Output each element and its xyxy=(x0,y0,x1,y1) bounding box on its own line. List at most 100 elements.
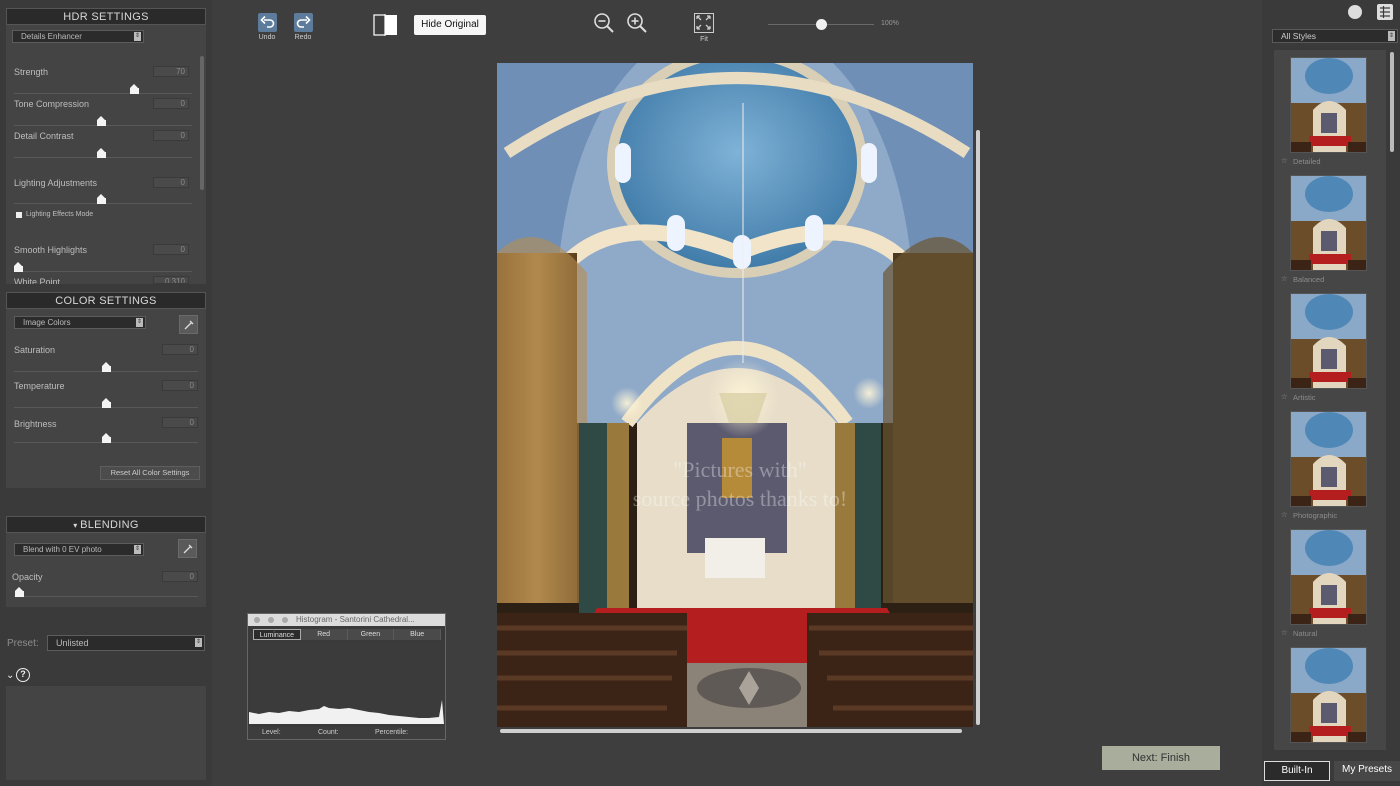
preset-dropdown[interactable]: Unlisted ⇕ xyxy=(47,635,205,651)
opacity-slider-track[interactable] xyxy=(14,596,198,597)
star-icon[interactable]: ☆ xyxy=(1281,510,1288,519)
histogram-tab-luminance[interactable]: Luminance xyxy=(253,629,301,640)
tone-compression-slider-handle[interactable] xyxy=(97,116,106,126)
saturation-label: Saturation xyxy=(14,345,56,355)
style-thumbnail-label: Detailed xyxy=(1293,157,1321,166)
smooth-highlights-label: Smooth Highlights xyxy=(14,245,88,255)
smooth-highlights-slider-track[interactable] xyxy=(14,271,192,272)
tab-my-presets[interactable]: My Presets xyxy=(1334,761,1400,781)
style-thumbnail[interactable] xyxy=(1290,175,1367,271)
help-icon[interactable]: ? xyxy=(16,668,30,682)
zoom-in-icon[interactable] xyxy=(626,12,648,39)
saturation-slider-handle[interactable] xyxy=(102,362,111,372)
temperature-slider-handle[interactable] xyxy=(102,398,111,408)
undo-label: Undo xyxy=(258,34,276,41)
blend-dropdown-value: Blend with 0 EV photo xyxy=(23,545,102,554)
style-thumbnail-label: Photographic xyxy=(1293,511,1338,520)
lighting-adjustments-label: Lighting Adjustments xyxy=(14,178,98,188)
star-icon[interactable]: ☆ xyxy=(1281,628,1288,637)
style-thumbnail-label: Natural xyxy=(1293,629,1318,638)
blending-title-text: BLENDING xyxy=(80,519,139,531)
saturation-value[interactable]: 0 xyxy=(162,344,198,355)
opacity-value[interactable]: 0 xyxy=(162,571,198,582)
temperature-value[interactable]: 0 xyxy=(162,380,198,391)
zoom-slider-handle[interactable] xyxy=(816,19,827,30)
style-thumbnail[interactable] xyxy=(1290,647,1367,743)
strength-slider-handle[interactable] xyxy=(130,84,139,94)
histogram-tab-green[interactable]: Green xyxy=(347,629,395,640)
color-eyedropper-button[interactable] xyxy=(179,315,198,334)
strength-value[interactable]: 70 xyxy=(153,66,189,77)
lighting-effects-checkbox[interactable] xyxy=(16,212,22,218)
histogram-tab-blue[interactable]: Blue xyxy=(394,629,441,640)
chevron-updown-icon: ⇕ xyxy=(1388,31,1395,41)
level-label: Level: xyxy=(262,729,281,736)
zoom-out-icon[interactable] xyxy=(593,12,615,39)
smooth-highlights-slider-handle[interactable] xyxy=(14,262,23,272)
color-mode-dropdown[interactable]: Image Colors ⇕ xyxy=(14,316,146,329)
opacity-slider-handle[interactable] xyxy=(15,587,24,597)
styles-scrollbar[interactable] xyxy=(1390,52,1394,152)
app-window: HDR SETTINGS Details Enhancer ⇕ Strength … xyxy=(0,0,1400,786)
histogram-titlebar[interactable]: Histogram - Santorini Cathedral... xyxy=(248,614,445,626)
reset-color-settings-button[interactable]: Reset All Color Settings xyxy=(100,466,200,480)
chevron-down-icon[interactable]: ⌄ xyxy=(6,670,14,681)
tab-built-in[interactable]: Built-In xyxy=(1264,761,1330,781)
left-bottom-panel xyxy=(6,686,206,780)
histogram-window[interactable]: Histogram - Santorini Cathedral... Lumin… xyxy=(247,613,446,740)
undo-button[interactable]: Undo xyxy=(256,13,278,41)
fit-button[interactable]: Fit xyxy=(693,13,715,43)
hdr-preset-dropdown[interactable]: Details Enhancer ⇕ xyxy=(12,30,144,43)
style-thumbnails-list: ☆ Detailed ☆ Balanced ☆ Artistic ☆ Photographic… xyxy=(1274,50,1386,750)
brightness-label: Brightness xyxy=(14,419,57,429)
style-thumbnail[interactable] xyxy=(1290,293,1367,389)
smooth-highlights-value[interactable]: 0 xyxy=(153,244,189,255)
styles-panel: All Styles ⇕ ☆ Detailed ☆ Balanced ☆ Artistic… xyxy=(1262,0,1400,786)
style-thumbnail[interactable] xyxy=(1290,529,1367,625)
hdr-preview-image[interactable]: "Pictures with" source photos thanks to! xyxy=(497,63,973,727)
split-view-icon[interactable] xyxy=(373,14,399,36)
watermark-line1: "Pictures with" xyxy=(673,457,806,482)
lighting-adjustments-value[interactable]: 0 xyxy=(153,177,189,188)
next-finish-button[interactable]: Next: Finish xyxy=(1102,746,1220,770)
minimize-icon[interactable] xyxy=(268,617,274,623)
style-thumbnail[interactable] xyxy=(1290,57,1367,153)
detail-contrast-value[interactable]: 0 xyxy=(153,130,189,141)
histogram-title: Histogram - Santorini Cathedral... xyxy=(296,615,415,624)
histogram-tabs: Luminance Red Green Blue xyxy=(253,629,441,640)
close-icon[interactable] xyxy=(254,617,260,623)
brightness-slider-handle[interactable] xyxy=(102,433,111,443)
strength-slider-track[interactable] xyxy=(14,93,192,94)
detail-contrast-slider-handle[interactable] xyxy=(97,148,106,158)
star-icon[interactable]: ☆ xyxy=(1281,274,1288,283)
detail-contrast-label: Detail Contrast xyxy=(14,131,74,141)
preset-value: Unlisted xyxy=(56,638,89,648)
tone-compression-value[interactable]: 0 xyxy=(153,98,189,109)
styles-dropdown[interactable]: All Styles ⇕ xyxy=(1272,29,1398,43)
chevron-updown-icon: ⇕ xyxy=(195,638,202,647)
circle-menu-icon[interactable] xyxy=(1348,5,1362,19)
zoom-icon[interactable] xyxy=(282,617,288,623)
image-vertical-scrollbar[interactable] xyxy=(976,130,980,725)
brightness-value[interactable]: 0 xyxy=(162,417,198,428)
lighting-adjustments-slider-handle[interactable] xyxy=(97,194,106,204)
hide-original-button[interactable]: Hide Original xyxy=(414,15,486,35)
blending-section: ▾ BLENDING Blend with 0 EV photo ⇕ Opacit… xyxy=(6,516,206,607)
style-thumbnail[interactable] xyxy=(1290,411,1367,507)
blend-eyedropper-button[interactable] xyxy=(178,539,197,558)
temperature-label: Temperature xyxy=(14,381,65,391)
opacity-label: Opacity xyxy=(12,572,43,582)
white-point-value[interactable]: 0.310 xyxy=(153,276,189,284)
histogram-tab-red[interactable]: Red xyxy=(300,629,348,640)
chevron-updown-icon: ⇕ xyxy=(134,32,141,41)
grid-view-icon[interactable] xyxy=(1377,4,1393,20)
star-icon[interactable]: ☆ xyxy=(1281,392,1288,401)
lighting-effects-label: Lighting Effects Mode xyxy=(26,211,94,218)
color-settings-section: COLOR SETTINGS Image Colors ⇕ Saturation … xyxy=(6,292,206,488)
blend-dropdown[interactable]: Blend with 0 EV photo ⇕ xyxy=(14,543,144,556)
redo-label: Redo xyxy=(294,34,312,41)
image-horizontal-scrollbar[interactable] xyxy=(500,729,962,733)
hdr-settings-scrollbar[interactable] xyxy=(200,56,204,190)
redo-button[interactable]: Redo xyxy=(292,13,314,41)
star-icon[interactable]: ☆ xyxy=(1281,156,1288,165)
